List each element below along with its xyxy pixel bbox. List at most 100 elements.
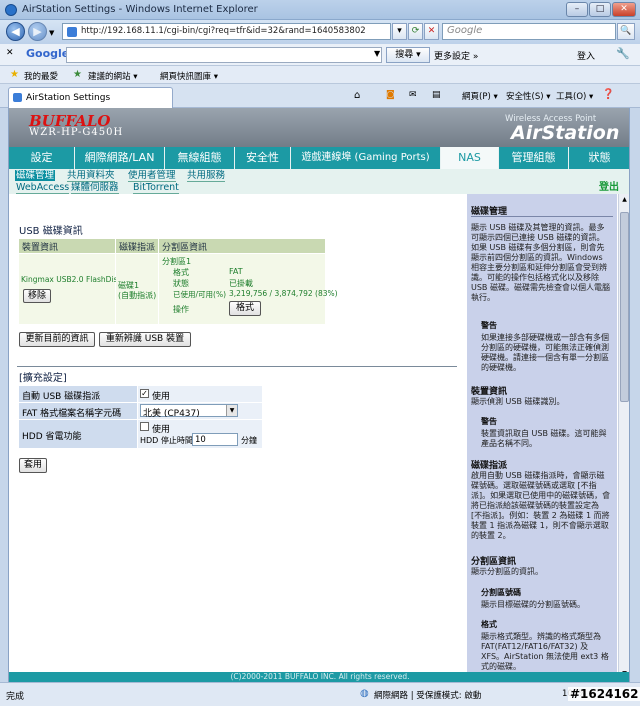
wrench-icon[interactable]: 🔧 xyxy=(616,47,630,60)
home-icon[interactable]: ⌂ xyxy=(354,90,360,101)
subtab-bittorrent[interactable]: BitTorrent xyxy=(133,182,179,194)
row-fat-charset-value: 北美 (CP437) ▼ xyxy=(138,403,262,419)
charset-selected-value: 北美 (CP437) xyxy=(143,409,200,419)
favorites-label[interactable]: 我的最愛 xyxy=(24,70,58,82)
help-disk-text: 顯示 USB 磁碟及其管理的資訊。最多可顯示四個已連接 USB 磁碟的資訊。如果… xyxy=(471,223,610,302)
navigation-bar: ◀ ▶ ▼ http://192.168.11.1/cgi-bin/cgi?re… xyxy=(0,20,640,44)
help-warning-2: 警告 xyxy=(481,417,497,426)
partition-label: 分割區1 xyxy=(162,257,192,266)
page-footer: (C)2000-2011 BUFFALO INC. All rights res… xyxy=(9,672,629,682)
page-scrollbar[interactable]: ▲ ▼ xyxy=(618,194,629,682)
subtab-shared-folders[interactable]: 共用資料夾 xyxy=(67,170,115,182)
search-placeholder: Google xyxy=(447,25,483,36)
rescan-usb-button[interactable]: 重新辨識 USB 裝置 xyxy=(99,332,191,347)
status-key: 狀態 xyxy=(173,279,189,288)
more-settings-link[interactable]: 更多設定 » xyxy=(434,49,478,62)
scrollbar-thumb[interactable] xyxy=(620,212,629,402)
address-dropdown-icon[interactable]: ▾ xyxy=(392,23,407,40)
google-dropdown-icon[interactable]: ▼ xyxy=(374,49,380,58)
print-icon[interactable]: ▤ xyxy=(432,90,441,100)
search-go-icon[interactable]: 🔍 xyxy=(617,23,635,40)
apply-button[interactable]: 套用 xyxy=(19,458,47,473)
maximize-button[interactable]: □ xyxy=(589,2,611,17)
tab-setup[interactable]: 設定 xyxy=(9,147,75,169)
tab-nas[interactable]: NAS xyxy=(441,147,499,169)
google-search-button[interactable]: 搜尋 ▾ xyxy=(386,47,430,63)
watermark: #1624162 xyxy=(568,687,640,701)
subtab-media-server[interactable]: 媒體伺服器 xyxy=(71,182,119,194)
history-dropdown-icon[interactable]: ▼ xyxy=(49,29,54,37)
logout-link[interactable]: 登出 xyxy=(599,178,619,193)
auto-assign-checkbox-label: 使用 xyxy=(152,392,171,402)
scroll-up-icon[interactable]: ▲ xyxy=(620,196,629,205)
favorites-star-icon[interactable]: ★ xyxy=(10,69,19,80)
fav-item-webslice[interactable]: 網頁快訊圖庫 ▾ xyxy=(160,70,218,82)
row-fat-charset-label: FAT 格式檔案名稱字元碼 xyxy=(19,403,137,419)
help-title-device: 裝置資訊 xyxy=(471,387,508,397)
refresh-info-button[interactable]: 更新目前的資訊 xyxy=(19,332,95,347)
hdd-stop-time-unit: 分鐘 xyxy=(241,436,257,445)
page-menu[interactable]: 網頁(P) ▾ xyxy=(462,90,498,102)
usage-key: 已使用/可用(%) xyxy=(173,290,227,299)
stop-icon[interactable]: ✕ xyxy=(424,23,439,40)
hdd-power-checkbox[interactable] xyxy=(140,422,149,431)
ie-icon xyxy=(5,4,17,16)
tab-gaming-ports[interactable]: 遊戲連線埠 (Gaming Ports) xyxy=(291,147,441,169)
tab-internet-lan[interactable]: 網際網路/LAN xyxy=(75,147,165,169)
tab-wireless[interactable]: 無線組態 xyxy=(165,147,235,169)
subtab-user-management[interactable]: 使用者管理 xyxy=(128,170,176,182)
help-device-text: 顯示偵測 USB 磁碟識別。 xyxy=(471,397,565,406)
window-titlebar: AirStation Settings - Windows Internet E… xyxy=(0,0,640,20)
auto-assign-label: (自動指派) xyxy=(118,291,157,300)
col-partition-info-label: 分割區資訊 xyxy=(162,243,208,253)
forward-icon[interactable]: ▶ xyxy=(28,22,47,41)
auto-assign-text: 自動 USB 磁碟指派 xyxy=(22,392,101,402)
hdd-stop-time-input[interactable]: 10 xyxy=(192,433,238,446)
refresh-icon[interactable]: ⟳ xyxy=(408,23,423,40)
google-logo: Google xyxy=(26,47,70,60)
charset-select[interactable]: 北美 (CP437) ▼ xyxy=(140,404,238,419)
address-url: http://192.168.11.1/cgi-bin/cgi?req=tfr&… xyxy=(81,26,366,36)
subtab-shared-services[interactable]: 共用服務 xyxy=(187,170,226,182)
help-warning-1: 警告 xyxy=(481,321,497,330)
address-bar[interactable]: http://192.168.11.1/cgi-bin/cgi?req=tfr&… xyxy=(62,23,391,40)
help-panel: 磁碟管理 顯示 USB 磁碟及其管理的資訊。最多可顯示四個已連接 USB 磁碟的… xyxy=(467,194,617,682)
usage-value: 3,219,756 / 3,874,792 (83%) xyxy=(229,289,338,298)
tools-menu[interactable]: 工具(O) ▾ xyxy=(556,90,593,102)
col-disk-assign-label: 磁碟指派 xyxy=(119,243,156,253)
subtab-disk-management[interactable]: 磁碟管理 xyxy=(15,170,56,181)
auto-assign-checkbox[interactable]: ✓ xyxy=(140,389,149,398)
minimize-button[interactable]: – xyxy=(566,2,588,17)
tab-status[interactable]: 狀態 xyxy=(569,147,629,169)
select-arrow-icon[interactable]: ▼ xyxy=(226,405,237,416)
back-icon[interactable]: ◀ xyxy=(6,22,25,41)
main-content: USB 磁碟資訊 裝置資訊 磁碟指派 分割區資訊 Kingmax USB2.0 … xyxy=(9,194,464,682)
router-model: WZR-HP-G450H xyxy=(29,127,124,138)
operation-key: 操作 xyxy=(173,305,189,314)
subtab-webaccess[interactable]: WebAccess xyxy=(16,182,70,194)
toolbar-close-icon[interactable]: ✕ xyxy=(6,48,14,58)
browser-tab[interactable]: AirStation Settings xyxy=(8,87,173,108)
add-favorite-icon[interactable]: ★ xyxy=(73,69,82,80)
signin-link[interactable]: 登入 xyxy=(577,49,595,62)
col-partition-info: 分割區資訊 xyxy=(159,239,325,253)
mail-icon[interactable]: ✉ xyxy=(409,90,417,100)
tab-admin[interactable]: 管理組態 xyxy=(499,147,569,169)
fat-charset-text: FAT 格式檔案名稱字元碼 xyxy=(22,409,122,419)
search-input[interactable]: Google xyxy=(442,23,616,40)
remove-button[interactable]: 移除 xyxy=(23,289,51,303)
google-search-input[interactable] xyxy=(66,47,382,63)
main-nav: 設定 網際網路/LAN 無線組態 安全性 遊戲連線埠 (Gaming Ports… xyxy=(9,147,629,169)
status-bar: 完成 ◍ 網際網路 | 受保護模式: 啟動 100% #1624162 xyxy=(0,682,640,706)
close-window-button[interactable]: ✕ xyxy=(612,2,636,17)
help-icon[interactable]: ❓ xyxy=(602,89,614,100)
device-name: Kingmax USB2.0 FlashDisk xyxy=(21,275,122,284)
safety-menu[interactable]: 安全性(S) ▾ xyxy=(506,90,551,102)
feeds-icon[interactable]: ◙ xyxy=(386,90,395,100)
format-button[interactable]: 格式 xyxy=(229,301,261,316)
page-icon xyxy=(67,27,77,37)
status-value: 已掛載 xyxy=(229,279,253,288)
row-auto-assign-value: ✓ 使用 xyxy=(138,386,262,402)
tab-security[interactable]: 安全性 xyxy=(235,147,291,169)
fav-item-suggested[interactable]: 建議的網站 ▾ xyxy=(88,70,137,82)
